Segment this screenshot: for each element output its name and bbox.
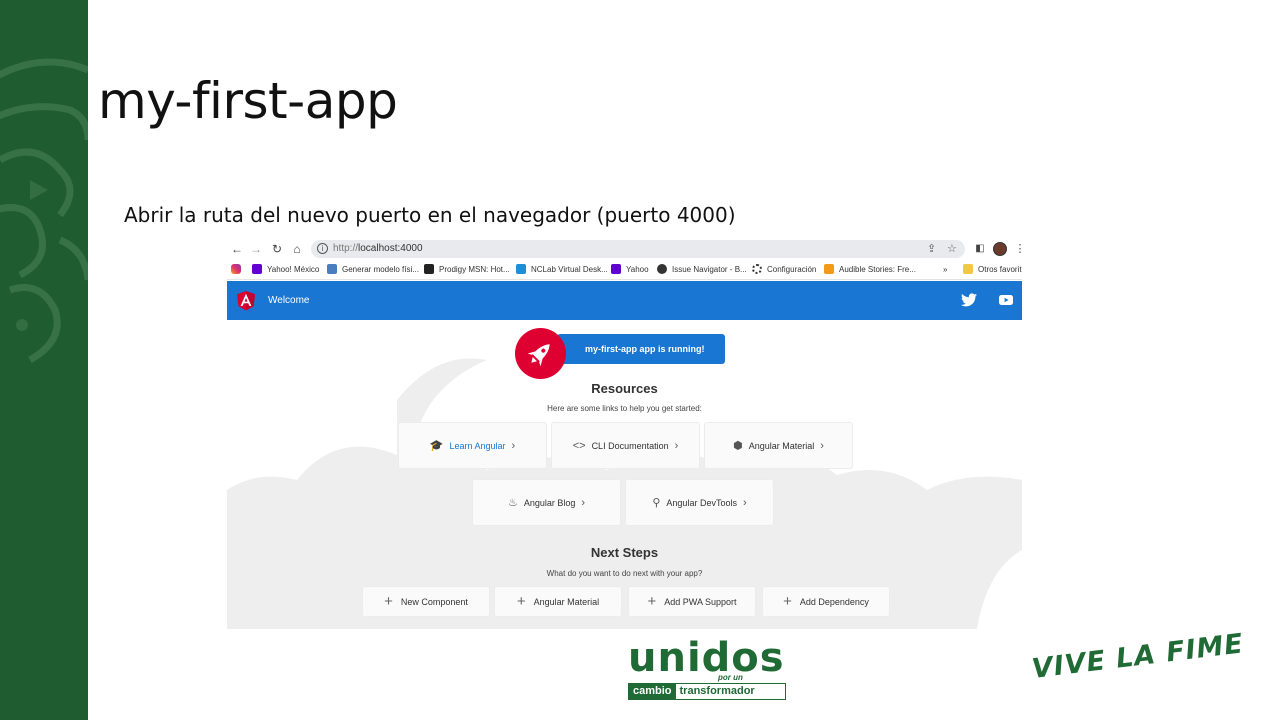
flame-icon: ♨: [507, 497, 518, 509]
next-step-label: Angular Material: [533, 596, 600, 607]
material-shield-icon: ⬢: [733, 440, 743, 452]
next-step-label: Add Dependency: [799, 596, 869, 607]
address-bar[interactable]: i http://localhost:4000 ⇪ ☆: [311, 240, 965, 258]
share-icon[interactable]: ⇪: [927, 242, 936, 255]
site-info-icon[interactable]: i: [317, 243, 328, 254]
yahoo-icon: [611, 264, 621, 274]
resource-card-learn-angular[interactable]: 🎓 Learn Angular ›: [398, 422, 547, 469]
plus-icon: +: [783, 593, 792, 610]
avatar[interactable]: [993, 242, 1007, 256]
resource-card-label: Angular Blog: [523, 497, 576, 508]
twitter-icon[interactable]: [961, 293, 977, 307]
tiger-emblem-watermark: [0, 58, 88, 364]
address-row: ← → ↻ ⌂ i http://localhost:4000 ⇪ ☆ ◧ ⋮: [227, 238, 1022, 260]
bookmark-item[interactable]: Audible Stories: Fre...: [824, 264, 916, 275]
bookmark-item[interactable]: Issue Navigator - B...: [657, 264, 747, 275]
chevron-right-icon: ›: [742, 496, 747, 509]
globe-icon: [657, 264, 667, 274]
instagram-icon[interactable]: [231, 264, 246, 275]
slide-subtitle: Abrir la ruta del nuevo puerto en el nav…: [124, 203, 736, 227]
resource-card-cli-docs[interactable]: <> CLI Documentation ›: [551, 422, 700, 469]
audible-icon: [824, 264, 834, 274]
next-step-angular-material[interactable]: + Angular Material: [494, 586, 622, 617]
chevron-right-icon: ›: [581, 496, 586, 509]
resource-card-angular-material[interactable]: ⬢ Angular Material ›: [704, 422, 853, 469]
code-icon: <>: [572, 439, 586, 452]
next-step-new-component[interactable]: + New Component: [362, 586, 490, 617]
unidos-tagline: cambio transformador: [628, 683, 786, 700]
next-step-label: Add PWA Support: [664, 596, 737, 607]
app-content: my-first-app app is running! Resources H…: [227, 320, 1022, 629]
next-steps-title: Next Steps: [590, 545, 659, 560]
chevron-right-icon: ›: [511, 439, 516, 452]
resource-card-label: Angular Material: [748, 440, 815, 451]
app-toolbar: Welcome: [227, 281, 1022, 320]
left-green-band: [0, 0, 88, 720]
bookmarks-more-button[interactable]: »: [943, 264, 947, 275]
plus-icon: +: [516, 593, 526, 610]
folder-icon: [963, 264, 973, 274]
cloud-background: [227, 358, 1022, 629]
next-step-label: New Component: [400, 596, 468, 607]
resource-card-angular-blog[interactable]: ♨ Angular Blog ›: [472, 479, 621, 526]
chevron-right-icon: ›: [674, 439, 679, 452]
database-icon: [327, 264, 337, 274]
resource-card-angular-devtools[interactable]: ⚲ Angular DevTools ›: [625, 479, 774, 526]
resources-subtitle: Here are some links to help you get star…: [547, 404, 702, 413]
yahoo-icon: [252, 264, 262, 274]
home-icon[interactable]: ⌂: [290, 241, 304, 257]
bookmarks-bar: Yahoo! México Generar modelo físi... Pro…: [227, 260, 1022, 280]
nclab-icon: [516, 264, 526, 274]
angular-logo-icon: [237, 291, 255, 311]
url-text: http://localhost:4000: [333, 243, 423, 254]
running-banner: my-first-app app is running!: [557, 334, 725, 364]
youtube-icon[interactable]: [999, 295, 1013, 305]
resources-title: Resources: [591, 381, 658, 396]
resource-card-label: CLI Documentation: [591, 440, 669, 451]
browser-window: ← → ↻ ⌂ i http://localhost:4000 ⇪ ☆ ◧ ⋮ …: [227, 238, 1022, 629]
next-step-add-pwa[interactable]: + Add PWA Support: [628, 586, 756, 617]
prodigy-icon: [424, 264, 434, 274]
other-bookmarks-folder[interactable]: Otros favorito: [963, 264, 1022, 275]
bookmark-item[interactable]: Prodigy MSN: Hot...: [424, 264, 510, 275]
rocket-icon: [515, 328, 566, 379]
bookmark-item[interactable]: Yahoo: [611, 264, 649, 275]
next-steps-subtitle: What do you want to do next with your ap…: [546, 569, 703, 578]
unidos-logo: unidos por un cambio transformador: [626, 635, 788, 701]
search-gear-icon: ⚲: [652, 497, 661, 509]
gear-icon: [752, 264, 762, 274]
unidos-porun: por un: [718, 673, 743, 682]
url-scheme: http://: [333, 243, 359, 254]
toolbar-title: Welcome: [268, 295, 310, 306]
unidos-transformador: transformador: [679, 685, 755, 697]
next-step-add-dependency[interactable]: + Add Dependency: [762, 586, 890, 617]
resource-card-label: Learn Angular: [449, 440, 506, 451]
bookmark-item[interactable]: Generar modelo físi...: [327, 264, 419, 275]
forward-arrow-icon[interactable]: →: [249, 241, 263, 257]
plus-icon: +: [647, 593, 657, 610]
graduation-cap-icon: 🎓: [429, 440, 444, 452]
reload-icon[interactable]: ↻: [270, 241, 284, 257]
bookmark-item[interactable]: Configuración: [752, 264, 816, 275]
resource-card-label: Angular DevTools: [666, 497, 737, 508]
plus-icon: +: [384, 593, 393, 610]
sidebar-icon[interactable]: ◧: [973, 241, 987, 257]
vive-la-fime-logo: VIVE LA FIME: [1030, 628, 1246, 685]
chevron-right-icon: ›: [820, 439, 824, 452]
back-arrow-icon[interactable]: ←: [230, 241, 244, 257]
url-host: localhost:4000: [358, 243, 423, 254]
unidos-cambio: cambio: [629, 684, 676, 699]
bookmark-item[interactable]: NCLab Virtual Desk...: [516, 264, 608, 275]
star-icon[interactable]: ☆: [947, 242, 957, 255]
unidos-word: unidos: [628, 635, 785, 681]
bookmark-item[interactable]: Yahoo! México: [252, 264, 319, 275]
slide-title: my-first-app: [98, 72, 398, 130]
menu-dots-icon[interactable]: ⋮: [1013, 241, 1023, 257]
